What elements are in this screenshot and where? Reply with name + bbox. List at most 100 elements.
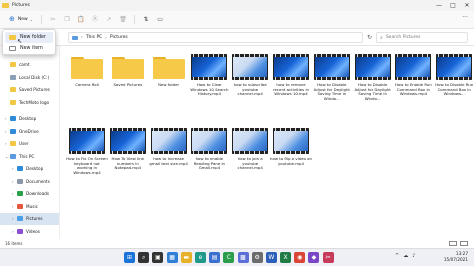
folder-icon <box>17 203 23 209</box>
edge-icon[interactable]: e <box>194 252 206 263</box>
breadcrumb-pictures[interactable]: Pictures <box>110 35 128 40</box>
nav-item[interactable]: › OneDrive <box>0 125 59 138</box>
video-file-item[interactable]: How to Clear Windows 10 Search History.m… <box>188 48 228 118</box>
chevron-down-icon: ⌄ <box>29 17 34 22</box>
search-input[interactable]: ⌕ Search Pictures <box>376 32 468 43</box>
folder-icon <box>10 99 16 105</box>
video-file-item[interactable]: How to Fix On Screen keyboard not workin… <box>66 122 108 192</box>
video-file-item[interactable]: How To View line numbers in Notepad.mp4 <box>107 122 147 192</box>
nav-item-label: Videos <box>26 228 40 234</box>
nav-item[interactable]: › Desktop <box>0 163 59 176</box>
nav-item-label: User <box>19 141 29 147</box>
folder-item[interactable]: Saved Pictures <box>107 48 147 118</box>
video-file-item[interactable]: how to remove recent activities in Windo… <box>270 48 310 118</box>
nav-item[interactable]: Local Disk (C:) <box>0 71 59 84</box>
folder-icon <box>10 153 16 159</box>
address-bar[interactable]: › This PC › Pictures <box>68 32 363 43</box>
nav-item[interactable]: › User <box>0 138 59 151</box>
file-name: how to remove recent activities in Windo… <box>273 82 309 97</box>
view-icon[interactable]: ▭ <box>153 14 167 26</box>
paste-icon[interactable]: 📋 <box>74 14 88 26</box>
breadcrumb-this-pc[interactable]: This PC <box>86 35 102 40</box>
nav-item-label: camt <box>19 62 30 68</box>
breadcrumb-separator: › <box>81 35 83 40</box>
refresh-icon[interactable]: ↻ <box>367 34 372 41</box>
new-item-menu-item[interactable]: New item <box>5 43 53 54</box>
nav-item-label: OneDrive <box>19 128 39 134</box>
maximize-button[interactable]: □ <box>446 0 460 11</box>
start-icon[interactable]: ⊞ <box>124 252 135 263</box>
file-name: How to Clear Windows 10 Search History.m… <box>190 82 229 97</box>
sort-icon[interactable]: ⇅ <box>139 14 153 26</box>
folder-icon <box>71 57 103 79</box>
settings-icon[interactable]: ⚙ <box>251 252 263 263</box>
video-file-item[interactable]: How to Disable Adjust for Daylight Savin… <box>311 48 351 118</box>
nav-item[interactable]: › Videos <box>0 225 59 238</box>
new-folder-menu-item[interactable]: New folder <box>5 32 53 43</box>
video-file-item[interactable]: How to Disable Run Command Box in Window… <box>433 48 473 118</box>
folder-icon <box>17 216 23 222</box>
video-file-item[interactable]: how to flip a video on youtube.mp4 <box>270 122 312 192</box>
snip-icon[interactable]: ✂ <box>322 252 334 263</box>
folder-item[interactable]: New folder <box>148 48 188 118</box>
taskbar: ⊞ ⌕ ▣ ▦ ▬ e ▤ C ▩ ⚙ W X ◉ ◆ ✂ ^ ☁ ♪ 13:27 15/07/2021 <box>0 248 474 266</box>
camtasia-icon[interactable]: C <box>223 252 235 263</box>
video-file-item[interactable]: how to increase gmail text size.mp4 <box>148 122 188 192</box>
clock[interactable]: 13:27 15/07/2021 <box>444 251 468 263</box>
title-bar: Pictures — □ ✕ <box>0 0 474 11</box>
more-options-icon[interactable]: ··· <box>462 14 468 21</box>
tray-overflow-icon[interactable]: ^ <box>395 253 399 259</box>
video-file-item[interactable]: How to Enable Run Command Box in Windows… <box>392 48 432 118</box>
toolbar-divider <box>134 15 136 24</box>
rename-icon[interactable]: Ⓐ <box>88 14 102 26</box>
folder-icon <box>17 191 23 197</box>
widgets-icon[interactable]: ▦ <box>166 252 178 263</box>
video-file-item[interactable]: how to join a youtube channel.mp4 <box>229 122 269 192</box>
details-view-icon[interactable] <box>449 241 457 246</box>
new-button[interactable]: ⊕ New ⌄ <box>5 14 37 26</box>
volume-icon[interactable]: ♪ <box>412 253 415 259</box>
file-name: How to Disable Adjust for Daylight Savin… <box>313 82 350 102</box>
cut-icon[interactable]: ✂ <box>46 14 60 26</box>
share-icon[interactable]: ↗ <box>102 14 116 26</box>
tiles-view-icon[interactable] <box>460 241 468 246</box>
nav-item[interactable]: › Downloads <box>0 188 59 201</box>
excel-icon[interactable]: X <box>280 252 292 263</box>
video-thumbnail <box>232 128 269 154</box>
nav-item[interactable]: ⌄ This PC <box>0 150 59 163</box>
folder-icon <box>17 166 23 172</box>
copy-icon[interactable]: ❐ <box>60 14 74 26</box>
nav-item-label: Local Disk (C:) <box>19 74 50 80</box>
nav-item[interactable]: › Pictures <box>0 212 59 225</box>
video-file-item[interactable]: how to enable Reading Pane in Gmail.mp4 <box>188 122 228 192</box>
delete-icon[interactable]: 🗑 <box>116 14 130 26</box>
nav-item[interactable]: › Music <box>0 200 59 213</box>
nav-item-label: Music <box>26 203 38 209</box>
video-file-item[interactable]: How to Disable Adjust for Daylight Savin… <box>352 48 392 118</box>
chrome-icon[interactable]: ◉ <box>294 252 306 263</box>
video-thumbnail <box>232 54 269 80</box>
explorer-icon[interactable]: ▬ <box>180 252 192 263</box>
close-button[interactable]: ✕ <box>460 0 474 11</box>
video-file-item[interactable]: how to subscribe youtube channel.mp4 <box>229 48 269 118</box>
app-icon[interactable]: ◆ <box>308 252 320 263</box>
nav-item[interactable]: TechMoto logo <box>0 96 59 109</box>
video-thumbnail <box>191 54 228 80</box>
nav-item[interactable]: camt <box>0 59 59 72</box>
folder-icon <box>10 116 16 122</box>
nav-item[interactable]: Saved Pictures <box>0 84 59 97</box>
nav-item[interactable]: › Desktop <box>0 113 59 126</box>
minimize-button[interactable]: — <box>432 0 446 11</box>
folder-item[interactable]: Camera Roll <box>66 48 106 118</box>
cloud-icon[interactable]: ☁ <box>403 253 408 259</box>
nav-item-label: Saved Pictures <box>19 87 50 93</box>
photos-icon[interactable]: ▩ <box>237 252 249 263</box>
nav-item[interactable]: › Documents <box>0 175 59 188</box>
store-icon[interactable]: ▤ <box>209 252 221 263</box>
folder-icon <box>9 35 16 40</box>
task-view-icon[interactable]: ▣ <box>152 252 164 263</box>
navigation-pane: LocacamtLocal Disk (C:)Saved PicturesTec… <box>0 46 60 239</box>
search-icon[interactable]: ⌕ <box>138 252 150 263</box>
taskbar-apps: ⊞ ⌕ ▣ ▦ ▬ e ▤ C ▩ ⚙ W X ◉ ◆ ✂ <box>124 252 337 263</box>
word-icon[interactable]: W <box>265 252 277 263</box>
